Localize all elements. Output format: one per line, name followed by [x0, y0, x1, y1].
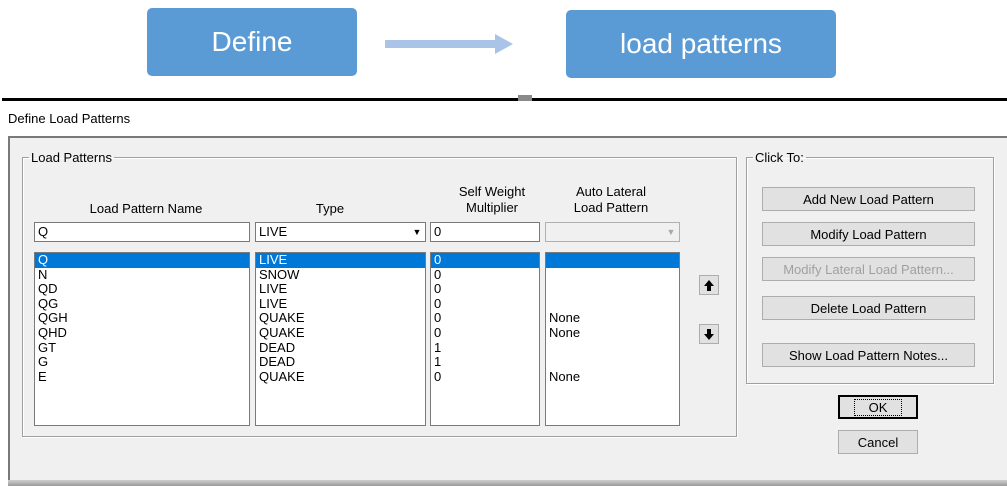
list-item-self-weight[interactable]: 0	[431, 282, 539, 297]
list-item-self-weight[interactable]: 0	[431, 369, 539, 385]
list-item-name[interactable]: GT	[35, 340, 249, 356]
header-self-weight: Self Weight Multiplier	[442, 184, 542, 216]
list-item-auto-lateral[interactable]	[546, 297, 679, 312]
load-pattern-name-input[interactable]: Q	[34, 222, 250, 242]
delete-load-pattern-button[interactable]: Delete Load Pattern	[762, 296, 975, 320]
list-item-name[interactable]: QGH	[35, 311, 249, 326]
right-arrow-icon	[385, 34, 513, 54]
header-load-pattern-name: Load Pattern Name	[89, 201, 203, 216]
click-to-group-label: Click To:	[755, 150, 804, 165]
list-item-self-weight[interactable]: 1	[431, 355, 539, 370]
list-item-type[interactable]: QUAKE	[256, 369, 425, 385]
header-auto-lateral: Auto Lateral Load Pattern	[556, 184, 666, 216]
list-item-self-weight[interactable]: 1	[431, 340, 539, 356]
list-item-name[interactable]: E	[35, 369, 249, 385]
load-pattern-name-list[interactable]: Q N QD QG QGH QHD GT G E	[34, 252, 250, 426]
list-item-self-weight[interactable]: 0	[431, 253, 539, 268]
list-item-self-weight[interactable]: 0	[431, 311, 539, 326]
list-item-self-weight[interactable]: 0	[431, 325, 539, 341]
list-item-type[interactable]: LIVE	[256, 282, 425, 297]
add-new-load-pattern-button[interactable]: Add New Load Pattern	[762, 187, 975, 211]
list-item-auto-lateral[interactable]	[546, 282, 679, 297]
move-down-button[interactable]	[699, 324, 719, 344]
ok-button-label: OK	[853, 398, 903, 416]
show-load-pattern-notes-button[interactable]: Show Load Pattern Notes...	[762, 343, 975, 367]
list-item-self-weight[interactable]: 0	[431, 296, 539, 312]
list-item-auto-lateral[interactable]	[546, 253, 679, 268]
list-item-type[interactable]: QUAKE	[256, 325, 425, 341]
dialog-title: Define Load Patterns	[8, 111, 131, 126]
move-up-button[interactable]	[699, 275, 719, 295]
auto-lateral-list[interactable]: None None None	[545, 252, 680, 426]
list-item-type[interactable]: SNOW	[256, 267, 425, 283]
type-list[interactable]: LIVE SNOW LIVE LIVE QUAKE QUAKE DEAD DEAD QUAKE	[255, 252, 426, 426]
list-item-auto-lateral[interactable]	[546, 341, 679, 356]
define-label: Define	[211, 26, 293, 57]
self-weight-input[interactable]: 0	[430, 222, 540, 242]
header-self-weight-line1: Self Weight	[458, 184, 526, 199]
list-item-name[interactable]: N	[35, 267, 249, 283]
list-item-type[interactable]: LIVE	[256, 296, 425, 312]
ok-button[interactable]: OK	[838, 395, 918, 419]
header-auto-lateral-line2: Load Pattern	[573, 200, 649, 215]
dialog-bottom-edge	[8, 480, 1007, 486]
define-banner: Define	[147, 8, 357, 76]
chevron-down-icon: ▼	[666, 227, 676, 237]
list-item-auto-lateral[interactable]	[546, 268, 679, 283]
modify-lateral-load-pattern-button: Modify Lateral Load Pattern...	[762, 257, 975, 281]
list-item-auto-lateral[interactable]	[546, 355, 679, 370]
list-item-name[interactable]: QG	[35, 296, 249, 312]
type-dropdown-value: LIVE	[259, 224, 288, 239]
list-item-name[interactable]: QD	[35, 282, 249, 297]
list-item-type[interactable]: QUAKE	[256, 311, 425, 326]
list-item-type[interactable]: DEAD	[256, 355, 425, 370]
list-item-name[interactable]: G	[35, 355, 249, 370]
list-item-self-weight[interactable]: 0	[431, 267, 539, 283]
cancel-button[interactable]: Cancel	[838, 430, 918, 454]
header-auto-lateral-line1: Auto Lateral	[575, 184, 647, 199]
header-self-weight-line2: Multiplier	[465, 200, 518, 215]
list-item-type[interactable]: DEAD	[256, 340, 425, 356]
header-type: Type	[315, 201, 345, 216]
arrow-down-icon	[704, 328, 714, 340]
chevron-down-icon[interactable]: ▼	[409, 223, 425, 241]
load-patterns-group-label: Load Patterns	[31, 150, 112, 165]
auto-lateral-dropdown: ▼	[545, 222, 680, 242]
list-item-name[interactable]: Q	[35, 253, 249, 268]
self-weight-list[interactable]: 000000110	[430, 252, 540, 426]
dialog-top-border	[2, 95, 1007, 101]
list-item-name[interactable]: QHD	[35, 325, 249, 341]
load-patterns-label: load patterns	[620, 28, 782, 59]
modify-load-pattern-button[interactable]: Modify Load Pattern	[762, 222, 975, 246]
list-item-auto-lateral[interactable]: None	[546, 311, 679, 326]
list-item-auto-lateral[interactable]: None	[546, 369, 679, 385]
list-item-auto-lateral[interactable]: None	[546, 325, 679, 341]
type-dropdown[interactable]: LIVE ▼	[255, 222, 426, 242]
arrow-up-icon	[704, 279, 714, 291]
load-patterns-banner: load patterns	[566, 10, 836, 78]
list-item-type[interactable]: LIVE	[256, 253, 425, 268]
